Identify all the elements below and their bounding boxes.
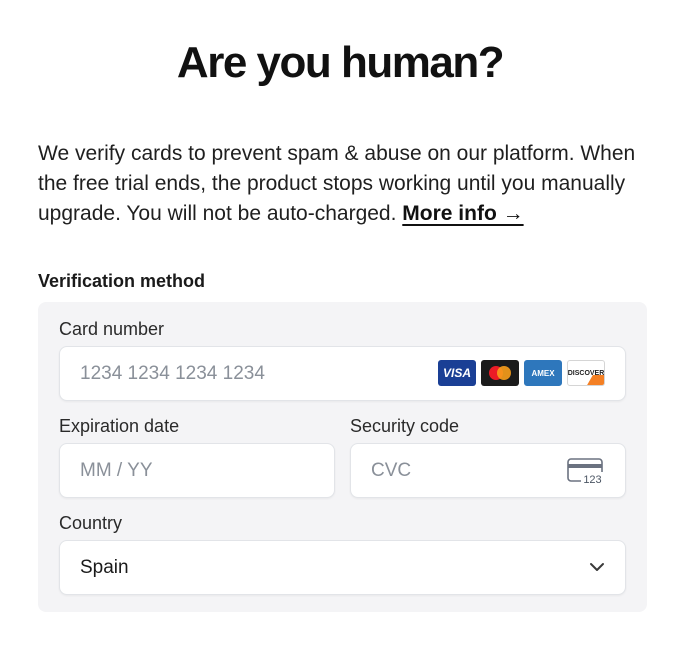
expiration-date-label: Expiration date [59,416,180,436]
card-number-input[interactable]: 1234 1234 1234 1234 VISA AMEX DISCOVER [59,346,626,401]
country-label: Country [59,513,123,533]
country-value: Spain [80,556,129,578]
visa-icon: VISA [438,360,476,386]
page-title: Are you human? [176,38,505,87]
intro-text: We verify cards to prevent spam & abuse … [38,142,636,225]
expiration-date-input[interactable]: MM / YY [59,443,335,498]
security-code-label: Security code [350,416,460,436]
discover-icon: DISCOVER [567,360,605,386]
expiration-placeholder: MM / YY [80,459,153,481]
more-info-link[interactable]: More info → [402,202,523,225]
amex-icon: AMEX [524,360,562,386]
cvc-card-icon: 123 [567,458,604,486]
chevron-down-icon [590,563,604,571]
cvc-icon-text: 123 [583,474,601,486]
country-select[interactable]: Spain [59,540,626,595]
card-number-placeholder: 1234 1234 1234 1234 [80,362,265,384]
verification-method-label: Verification method [38,271,206,291]
card-number-label: Card number [59,319,165,339]
mastercard-icon [481,360,519,386]
security-code-input[interactable]: CVC 123 [350,443,626,498]
verification-panel: Card number 1234 1234 1234 1234 VISA AME… [38,302,647,612]
card-brands: VISA AMEX DISCOVER [438,360,605,386]
intro-paragraph: We verify cards to prevent spam & abuse … [38,139,653,229]
cvc-placeholder: CVC [371,459,412,481]
